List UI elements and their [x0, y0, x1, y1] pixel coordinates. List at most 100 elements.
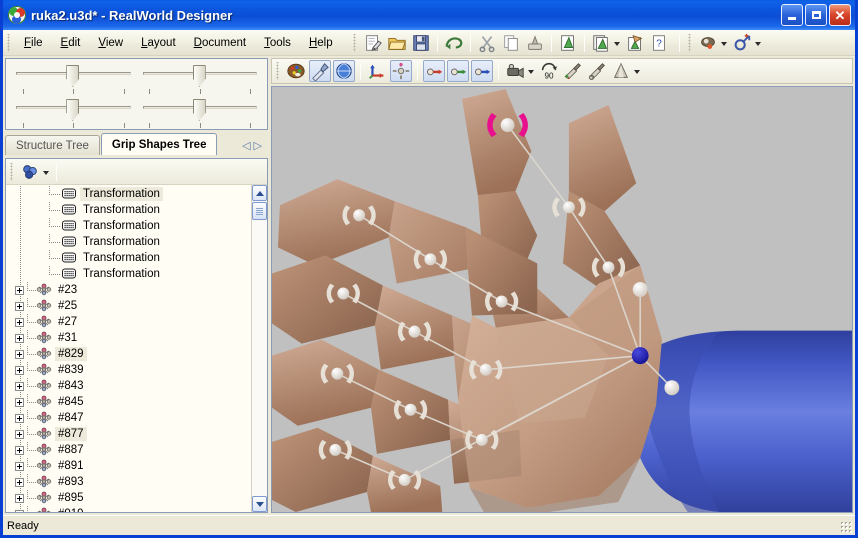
menu-item-help[interactable]: Help — [300, 33, 342, 53]
undo-arrow-icon[interactable] — [443, 32, 465, 54]
scroll-up-button[interactable] — [252, 185, 267, 201]
camera-view-dropdown-arrow[interactable] — [527, 60, 537, 82]
tree-row[interactable]: Transformation — [6, 234, 251, 250]
viewport-toolbar-drag-grip[interactable] — [275, 62, 281, 80]
camera-render-icon[interactable] — [697, 32, 719, 54]
tree-row[interactable]: #847 — [6, 410, 251, 426]
maximize-button[interactable] — [805, 4, 827, 26]
menu-item-view[interactable]: View — [89, 33, 132, 53]
cone-shape-icon[interactable] — [610, 60, 632, 82]
tree-vertical-scrollbar[interactable] — [251, 185, 267, 512]
light-add-icon[interactable] — [562, 60, 584, 82]
tree-expand-icon[interactable] — [15, 429, 24, 439]
tab-structure-tree[interactable]: Structure Tree — [5, 135, 100, 155]
tree-row[interactable]: #843 — [6, 378, 251, 394]
camera-view-icon[interactable] — [504, 60, 526, 82]
shapes-cluster-icon[interactable] — [19, 161, 41, 183]
rotate-90-icon[interactable]: 90 — [538, 60, 560, 82]
color-palette-icon[interactable] — [285, 60, 307, 82]
globe-icon[interactable] — [333, 60, 355, 82]
tree-row[interactable]: Transformation — [6, 266, 251, 282]
menu-item-layout[interactable]: Layout — [132, 33, 185, 53]
slider-top-right[interactable] — [141, 65, 260, 99]
3d-viewport[interactable] — [271, 86, 853, 513]
render-toolbar-drag-grip[interactable] — [686, 33, 693, 52]
add-object-dropdown-arrow[interactable] — [754, 32, 764, 54]
menu-item-file[interactable]: File — [15, 33, 52, 53]
tree-row[interactable]: #891 — [6, 458, 251, 474]
tree-row[interactable]: Transformation — [6, 250, 251, 266]
layer-copy-dropdown-arrow[interactable] — [613, 32, 623, 54]
axis-x-icon[interactable] — [423, 60, 445, 82]
tree-row[interactable]: #895 — [6, 490, 251, 506]
slider-bottom-right[interactable] — [141, 99, 260, 133]
tree-expand-icon[interactable] — [15, 397, 24, 407]
tab-next-icon[interactable]: ▷ — [254, 141, 262, 152]
axis-y-icon[interactable] — [447, 60, 469, 82]
tree-row[interactable]: #919 — [6, 506, 251, 512]
tree-expand-icon[interactable] — [15, 317, 24, 327]
shapes-dropdown-arrow[interactable] — [42, 161, 52, 183]
save-floppy-icon[interactable] — [410, 32, 432, 54]
menu-item-edit[interactable]: Edit — [52, 33, 90, 53]
tree-expand-icon[interactable] — [15, 381, 24, 391]
tree-expand-icon[interactable] — [15, 509, 24, 512]
scroll-track[interactable] — [252, 221, 267, 496]
layer-paint-icon[interactable] — [624, 32, 646, 54]
tree-expand-icon[interactable] — [15, 445, 24, 455]
layer-new-icon[interactable] — [557, 32, 579, 54]
add-object-icon[interactable] — [731, 32, 753, 54]
tree-row[interactable]: #23 — [6, 282, 251, 298]
copy-pages-icon[interactable] — [500, 32, 522, 54]
axis-move-icon[interactable] — [366, 60, 388, 82]
tree-expand-icon[interactable] — [15, 285, 24, 295]
tree-row[interactable]: Transformation — [6, 202, 251, 218]
flashlight-icon[interactable] — [309, 60, 331, 82]
tree-row[interactable]: Transformation — [6, 218, 251, 234]
tree-row[interactable]: #839 — [6, 362, 251, 378]
tree-expand-icon[interactable] — [15, 413, 24, 423]
tree-row[interactable]: #877 — [6, 426, 251, 442]
paste-brush-icon[interactable] — [524, 32, 546, 54]
menu-item-tools[interactable]: Tools — [255, 33, 300, 53]
tree-row[interactable]: #893 — [6, 474, 251, 490]
axis-z-icon[interactable] — [471, 60, 493, 82]
tree-row[interactable]: #887 — [6, 442, 251, 458]
resize-grip[interactable] — [840, 521, 852, 533]
tree-expand-icon[interactable] — [15, 493, 24, 503]
help-page-icon[interactable]: ? — [648, 32, 670, 54]
slider-top-left[interactable] — [14, 65, 133, 99]
close-button[interactable]: ✕ — [829, 4, 851, 26]
toolbar-drag-grip[interactable] — [351, 33, 358, 52]
tree-row[interactable]: #31 — [6, 330, 251, 346]
tree-toolbar-drag-grip[interactable] — [9, 162, 15, 181]
tree-row[interactable]: #845 — [6, 394, 251, 410]
menu-item-document[interactable]: Document — [185, 33, 255, 53]
tree-expand-icon[interactable] — [15, 333, 24, 343]
tree-expand-icon[interactable] — [15, 477, 24, 487]
menubar-drag-grip[interactable] — [6, 33, 12, 52]
tree-row[interactable]: #27 — [6, 314, 251, 330]
axis-center-icon[interactable] — [390, 60, 412, 82]
tree-expand-icon[interactable] — [15, 461, 24, 471]
tab-prev-icon[interactable]: ◁ — [242, 141, 250, 152]
scroll-thumb[interactable] — [252, 202, 267, 220]
camera-render-dropdown-arrow[interactable] — [720, 32, 730, 54]
light-remove-icon[interactable] — [586, 60, 608, 82]
tree-row[interactable]: #25 — [6, 298, 251, 314]
scroll-down-button[interactable] — [252, 496, 267, 512]
minimize-button[interactable] — [781, 4, 803, 26]
tree-row[interactable]: #829 — [6, 346, 251, 362]
cone-shape-dropdown-arrow[interactable] — [633, 60, 643, 82]
layer-copy-icon[interactable] — [590, 32, 612, 54]
tree-row[interactable]: Transformation — [6, 186, 251, 202]
open-folder-icon[interactable] — [386, 32, 408, 54]
slider-bottom-left[interactable] — [14, 99, 133, 133]
tree-expand-icon[interactable] — [15, 301, 24, 311]
tree-rows[interactable]: Transformation Transformation Transformati… — [6, 185, 251, 512]
cut-scissors-icon[interactable] — [476, 32, 498, 54]
tab-grip-shapes-tree[interactable]: Grip Shapes Tree — [100, 133, 218, 155]
tree-expand-icon[interactable] — [15, 365, 24, 375]
new-document-icon[interactable] — [362, 32, 384, 54]
tree-expand-icon[interactable] — [15, 349, 24, 359]
